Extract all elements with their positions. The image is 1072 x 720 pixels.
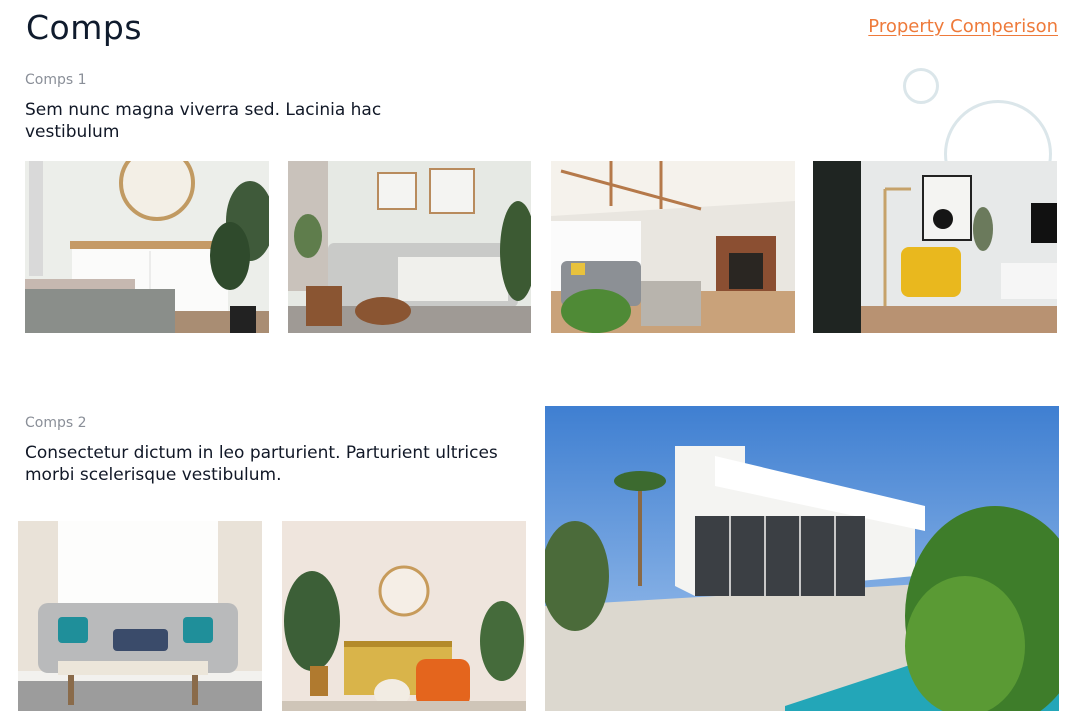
- decor-circle-small: [903, 68, 939, 104]
- comps-2-description: Consectetur dictum in leo parturient. Pa…: [25, 443, 498, 485]
- comps-1-photo-living-room[interactable]: [288, 161, 531, 333]
- property-comparison-link[interactable]: Property Comperison: [868, 16, 1058, 37]
- comps-1-description: Sem nunc magna viverra sed. Lacinia hac …: [25, 100, 382, 142]
- comps-2-photo-sofa[interactable]: [18, 521, 262, 711]
- comps-1-photo-yellow-chair[interactable]: [813, 161, 1057, 333]
- comps-2-photo-orange-chair[interactable]: [282, 521, 526, 711]
- comps-1-photo-bedroom[interactable]: [25, 161, 269, 333]
- comps-1-label: Comps 1: [25, 72, 87, 88]
- comps-2-label: Comps 2: [25, 415, 87, 431]
- page-title: Comps: [26, 8, 143, 47]
- comps-1-photo-fireplace[interactable]: [551, 161, 795, 333]
- comps-2-photo-house-exterior[interactable]: [545, 406, 1059, 711]
